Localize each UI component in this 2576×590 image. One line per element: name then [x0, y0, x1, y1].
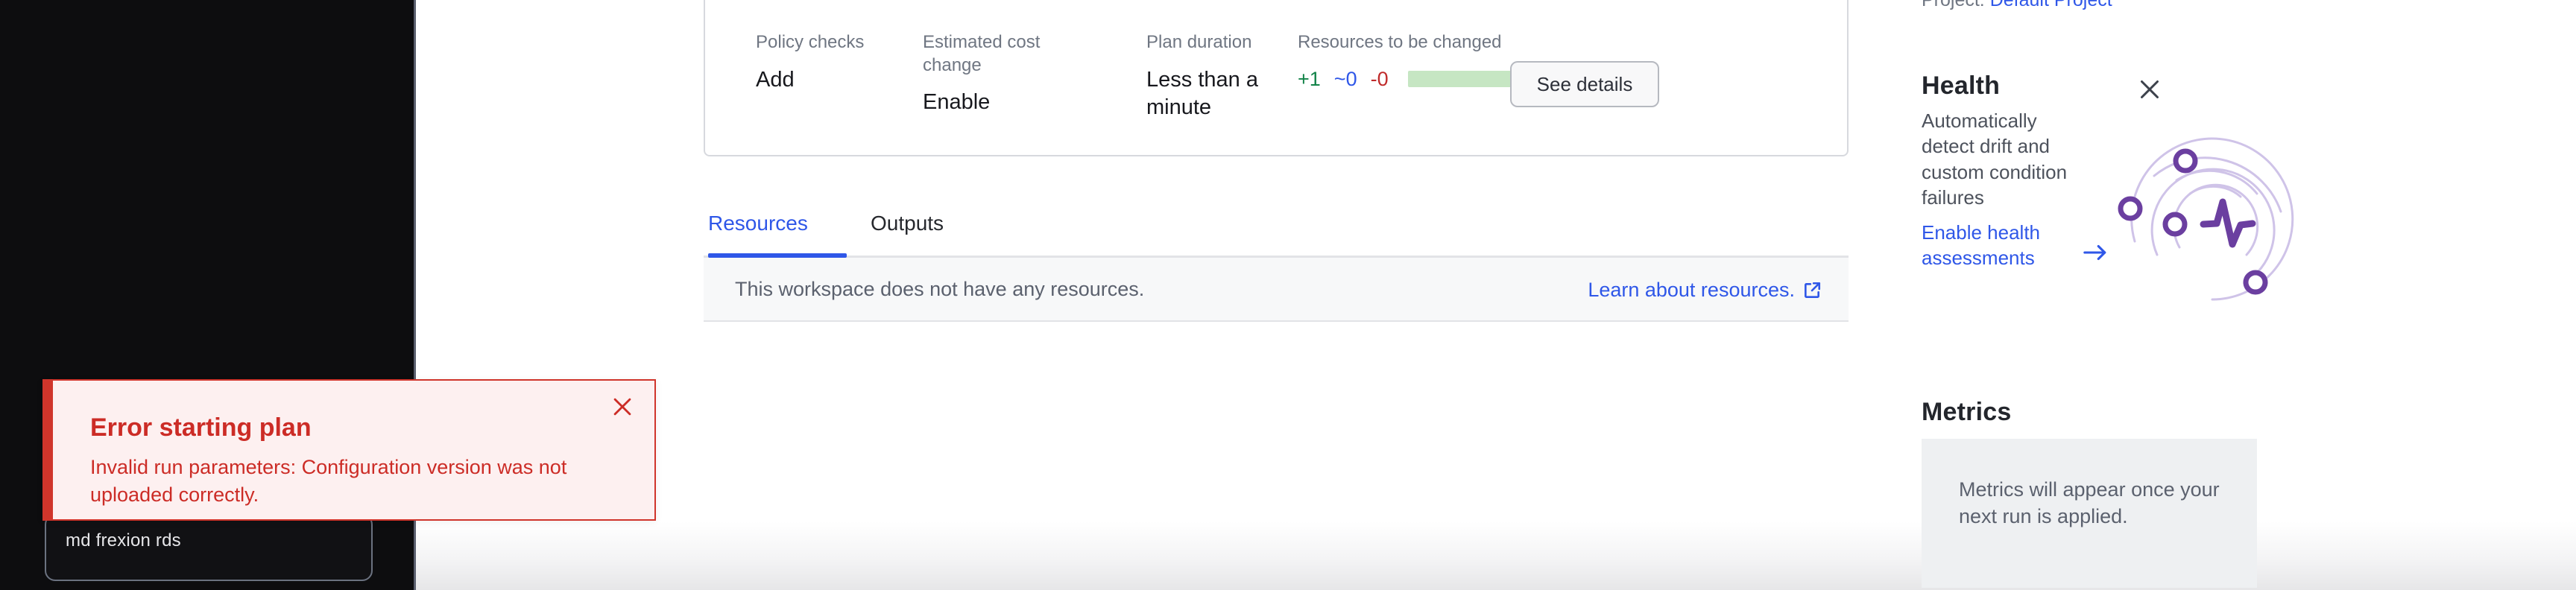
summary-label-policy-checks: Policy checks: [756, 32, 865, 52]
summary-column-plan-duration: Plan duration Less than a minute: [1146, 31, 1288, 121]
summary-value-estimated-cost-change: Enable: [923, 90, 991, 115]
health-orbit-pulse-illustration: [2108, 122, 2309, 308]
metrics-section: Metrics Metrics will appear once your ne…: [1922, 398, 2309, 588]
health-title: Health: [1922, 72, 2001, 100]
learn-about-resources-label: Learn about resources.: [1588, 279, 1795, 301]
tab-resources[interactable]: Resources: [708, 206, 847, 258]
resources-changed-count: ~0: [1333, 67, 1357, 90]
error-toast-message: Invalid run parameters: Configuration ve…: [90, 456, 567, 506]
overlay-input-text: md frexion rds: [66, 530, 181, 551]
health-description: Automatically detect drift and custom co…: [1922, 110, 2068, 209]
summary-column-estimated-cost-change: Estimated cost change Enable: [923, 31, 1072, 117]
summary-value-policy-checks: Add: [756, 67, 795, 92]
tab-resources-label: Resources: [708, 212, 808, 235]
workspace-tabs: Resources Outputs: [704, 206, 1849, 258]
metrics-empty-text: Metrics will appear once your next run i…: [1959, 478, 2220, 528]
app-root: Project: Default Project Policy checks A…: [0, 0, 2576, 590]
resources-empty-text: This workspace does not have any resourc…: [735, 278, 1145, 300]
tab-outputs[interactable]: Outputs: [871, 206, 944, 258]
summary-label-plan-duration: Plan duration: [1146, 32, 1252, 52]
summary-value-plan-duration: Less than a minute: [1146, 67, 1258, 119]
resources-added-count: +1: [1298, 67, 1321, 90]
health-section: Health Automatically detect drift and cu…: [1922, 72, 2309, 301]
summary-column-policy-checks: Policy checks Add: [756, 31, 890, 94]
arrow-right-icon: [2083, 243, 2108, 262]
metrics-title: Metrics: [1922, 398, 2012, 426]
resources-destroyed-count: -0: [1370, 67, 1389, 90]
close-icon[interactable]: [607, 391, 638, 422]
external-link-icon: [1802, 281, 1822, 300]
tab-outputs-label: Outputs: [871, 212, 944, 235]
enable-health-assessments-label: Enable health assessments: [1922, 221, 2041, 269]
right-sidebar: Health Automatically detect drift and cu…: [1922, 0, 2339, 590]
error-toast: Error starting plan Invalid run paramete…: [42, 379, 656, 521]
summary-label-estimated-cost-change: Estimated cost change: [923, 32, 1041, 75]
see-details-button[interactable]: See details: [1510, 61, 1659, 107]
close-icon[interactable]: [2136, 76, 2163, 103]
run-summary-card: Policy checks Add Estimated cost change …: [704, 0, 1849, 156]
resources-empty-panel: This workspace does not have any resourc…: [704, 258, 1849, 322]
enable-health-assessments-link[interactable]: Enable health assessments: [1922, 221, 2106, 270]
overlay-input-box[interactable]: md frexion rds: [45, 514, 373, 581]
learn-about-resources-link[interactable]: Learn about resources.: [1588, 279, 1822, 302]
error-toast-title: Error starting plan: [90, 413, 312, 442]
summary-label-resources-to-be-changed: Resources to be changed: [1298, 32, 1502, 52]
metrics-empty-box: Metrics will appear once your next run i…: [1922, 439, 2257, 588]
